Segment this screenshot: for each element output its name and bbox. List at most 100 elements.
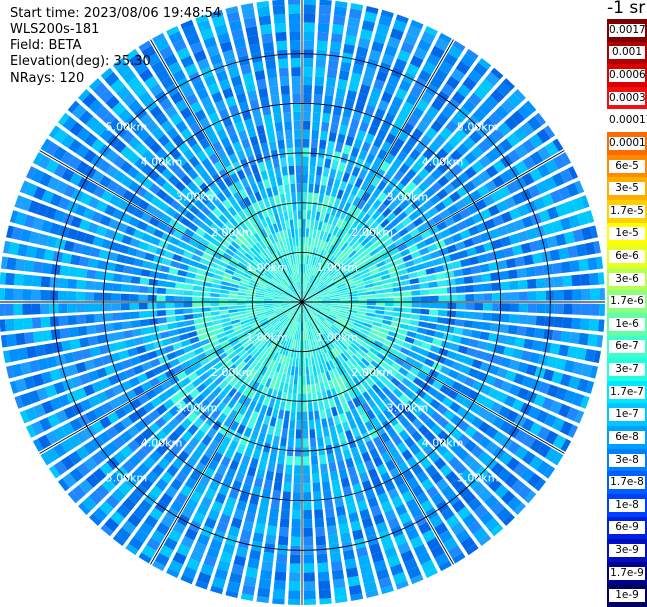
ray-gate [429,250,441,259]
ray-gate [288,165,295,175]
ray-gate [183,296,193,302]
ray-gate [120,303,130,311]
ray-gate [87,335,99,346]
ray-gate [282,419,289,429]
ray-gate [228,294,238,299]
ray-gate [277,139,285,150]
ray-gate [302,245,305,255]
colorbar-label: 0.0003 [609,91,646,105]
ray-gate [0,288,5,301]
ray-gate [445,278,456,286]
ray-gate [456,294,466,302]
ray-gate [130,276,141,284]
ray-gate [260,423,269,434]
ray-gate [305,228,310,238]
ray-gate [258,133,268,144]
ray-gate [562,275,573,287]
ray-gate [303,40,315,50]
ray-gate [280,85,290,95]
ray-gate [180,256,191,265]
ray-gate [419,315,429,322]
ray-gate [163,250,175,259]
ray-gate [345,135,355,147]
ray-gate [315,67,326,78]
ray-gate [319,184,326,195]
ray-gate [335,142,344,153]
ray-gate [15,332,26,346]
colorbar-label: 1e-6 [609,317,645,331]
ray-gate [345,163,354,175]
ray-gate [425,329,436,337]
ray-gate [302,411,308,421]
ray-gate [317,571,330,582]
ray-gate [253,477,264,488]
ray-gate [295,165,302,175]
ray-gate [453,268,464,277]
ray-gate [315,211,321,221]
ray-gate [551,329,563,342]
ray-gate [384,302,394,307]
ray-gate [454,319,465,327]
ray-gate [367,298,377,302]
ray-gate [319,382,326,392]
colorbar-label: 3e-6 [609,272,645,286]
ray-gate [292,384,298,394]
ray-gate [532,252,543,264]
ray-gate [270,444,279,455]
ring-label: 2.00km [351,226,393,239]
ray-gate [289,40,301,50]
ray-gate [420,296,430,302]
ray-gate [303,554,315,564]
colorbar-title: -1 sr [607,0,646,18]
ray-gate [253,421,262,432]
ray-gate [294,447,302,457]
ray-gate [228,305,238,310]
ray-gate [292,93,301,104]
ray-gate [526,278,537,289]
ray-gate [123,330,134,339]
ray-gate [275,562,287,573]
ring-label: 5.00km [106,472,148,485]
ray-gate [337,514,348,526]
ray-gate [96,259,107,270]
ray-gate [298,358,302,368]
ray-gate [67,315,78,326]
ray-gate [135,249,147,259]
colorbar-label: 0.00017 [609,114,647,128]
ray-gate [302,420,308,430]
ray-gate [265,159,273,170]
ray-gate [170,335,181,344]
ray-gate [287,156,295,167]
ray-gate [121,321,132,330]
ray-gate [507,325,518,335]
ray-gate [321,176,328,186]
ray-gate [425,267,436,275]
ray-gate [554,303,564,315]
ray-gate [411,302,421,308]
ray-gate [421,253,432,262]
ray-gate [267,168,275,179]
ray-gate [302,456,310,466]
ray-gate [176,276,186,283]
ray-gate [140,327,151,336]
ray-gate [518,279,528,290]
ray-gate [303,527,313,537]
ray-gate [75,303,86,313]
ray-gate [308,357,312,367]
ray-gate [324,435,332,446]
ray-gate [318,445,326,456]
ray-gate [310,446,318,457]
ray-gate [278,445,286,456]
ray-gate [291,67,301,77]
ray-gate [303,84,313,95]
ray-gate [327,59,339,70]
ray-gate [507,269,518,279]
ring-label: 2.00km [351,366,393,379]
ray-gate [68,266,79,278]
ray-gate [131,267,142,276]
ray-gate [254,304,264,307]
ray-gate [58,303,68,314]
ray-gate [587,257,598,271]
ray-gate [268,453,277,464]
ray-gate [526,315,537,326]
